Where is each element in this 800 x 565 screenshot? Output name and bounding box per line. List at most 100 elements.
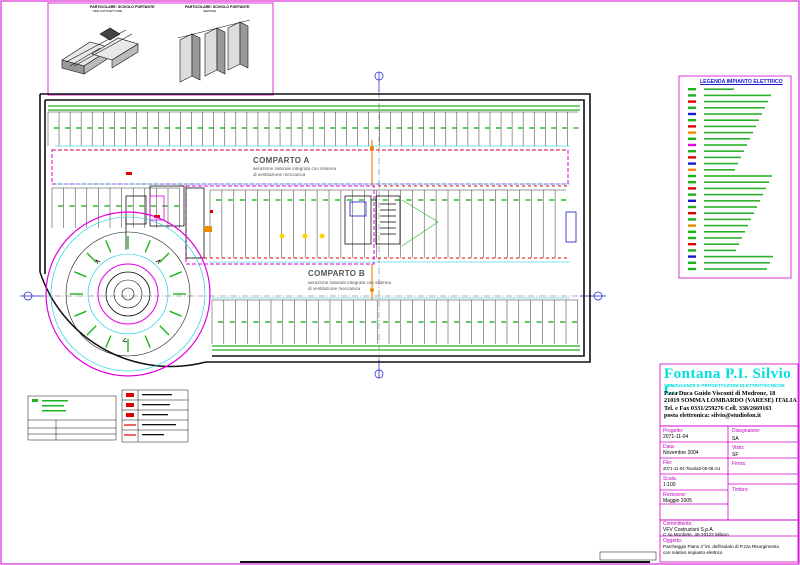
spiral-spoke — [74, 271, 87, 278]
parking-bays-middle-row-b — [209, 189, 566, 258]
spiral-spoke — [105, 335, 112, 348]
comparto-b-title: COMPARTO B — [308, 269, 365, 278]
legend-symbol — [688, 212, 696, 215]
legend-symbol — [688, 156, 696, 159]
legend-symbol — [688, 137, 696, 140]
legend-symbol — [688, 199, 696, 202]
legend-items — [688, 88, 773, 271]
core-triangle — [401, 199, 439, 247]
legend-text-line — [704, 262, 770, 264]
legend-text-line — [704, 181, 769, 183]
legend-symbol — [688, 267, 696, 271]
yellow-lamps — [279, 233, 325, 239]
legend-text-line — [704, 94, 771, 97]
progetto-value: 2071-11-04 — [663, 434, 689, 440]
legend-text-line — [704, 107, 765, 109]
legend-symbol — [688, 181, 696, 184]
detail-left-subtitle: PER AUTOVETTURE — [93, 9, 122, 13]
legend-symbol — [688, 94, 696, 97]
service-rooms — [125, 185, 205, 259]
file-value: 2071-11-04-Tavola3-05-08.rv1 — [663, 466, 721, 471]
legend-text-line — [704, 169, 735, 171]
legend-symbol — [688, 168, 696, 171]
oggetto-line-2: con relativo impianto elettrico — [663, 550, 723, 555]
legend-text-line — [704, 162, 738, 165]
spiral-spoke — [144, 240, 151, 253]
legend-text-line — [704, 119, 759, 121]
legend-title: LEGENDA IMPIANTO ELETTRICO — [700, 79, 783, 85]
orange-panel — [204, 226, 212, 232]
small-legend-left — [27, 395, 117, 441]
detail-right-title: PARTICOLARE: SCIVOLO PORTANTE — [185, 5, 250, 9]
ramp-detail-right — [177, 19, 251, 83]
revisione-value: Maggio 2005 — [663, 498, 692, 504]
legend-symbol — [688, 125, 696, 128]
parking-bays-middle-row-a — [51, 187, 180, 228]
comparto-b-desc-2: di ventilazione meccanica — [308, 286, 361, 291]
spiral-spoke — [86, 325, 97, 336]
legend-symbol — [688, 193, 696, 196]
scala-value: 1:100 — [663, 482, 676, 488]
legend-text-line — [704, 243, 739, 245]
light-fixtures — [54, 127, 579, 323]
spiral-spoke — [159, 325, 170, 336]
legend-symbol — [688, 131, 696, 134]
spiral-spoke — [169, 310, 182, 317]
ramp-detail-left — [61, 27, 139, 75]
cable-tray-top — [48, 105, 580, 111]
legend-text-line — [704, 88, 734, 90]
firm-phone: Tel. e Fax 0331/259276 Cell. 338/2669163 — [664, 405, 772, 412]
legend-text-line — [704, 100, 768, 103]
legend-text-line — [704, 200, 760, 202]
firm-address-2: 21019 SOMMA LOMBARDO (VARESE) ITALIA — [664, 397, 797, 404]
legend-text-line — [704, 255, 773, 258]
data-value: Novembre 2004 — [663, 450, 699, 456]
legend-symbol — [688, 243, 696, 246]
detail-right-subtitle: SEZIONE — [203, 9, 216, 13]
spiral-spoke — [144, 335, 151, 348]
timbro-label: Timbro: — [732, 487, 749, 493]
legend-text-line — [704, 193, 763, 196]
small-legend-center — [121, 389, 189, 443]
comparto-a-desc-1: aerazione naturale integrata con sistema — [253, 166, 336, 171]
disegnatore-label: Disegnatore: — [732, 428, 761, 434]
legend-text-line — [704, 206, 757, 208]
comparto-a-title: COMPARTO A — [253, 156, 310, 165]
core-rooms — [344, 195, 401, 245]
spiral-spoke — [105, 240, 112, 253]
legend-symbol — [688, 218, 696, 221]
legend-text-line — [704, 125, 756, 128]
legend-text-line — [704, 268, 767, 270]
legend-symbol — [688, 112, 696, 116]
floor-plan-drawing: PARTICOLARE: SCIVOLO PORTANTE PER AUTOVE… — [0, 0, 800, 565]
comparto-a-desc-2: di ventilazione meccanica — [253, 172, 306, 177]
legend-symbol — [688, 249, 696, 252]
legend-text-line — [704, 113, 762, 115]
spiral-spoke — [169, 271, 182, 278]
visto-value: SF — [732, 452, 739, 458]
parking-bays-top-row — [47, 111, 578, 146]
legend-symbol — [688, 174, 696, 178]
legend-symbol — [688, 230, 696, 233]
spiral-spoke — [159, 252, 170, 263]
legend-symbol — [688, 261, 696, 264]
legend-text-line — [704, 150, 744, 152]
firm-tagline: CONSULENZE E PROGETTAZIONI ELETTROTECNIC… — [664, 383, 785, 388]
legend-text-line — [704, 138, 750, 140]
firm-email: posta elettronica: silvio@studiofon.it — [664, 412, 761, 419]
spiral-spoke — [74, 310, 87, 317]
bottom-note-strip — [240, 551, 657, 563]
legend-text-line — [704, 231, 745, 233]
spiral-ramp-spokes — [70, 236, 186, 352]
visto-label: Visto: — [732, 445, 745, 451]
legend-text-line — [704, 175, 772, 177]
legend-symbol — [688, 162, 696, 165]
legend-text-line — [704, 237, 742, 239]
legend-symbol — [688, 143, 696, 147]
legend-text-line — [704, 131, 753, 134]
legend-text-line — [704, 218, 751, 221]
comparto-b-desc-1: aerazione naturale integrata con sistema — [308, 280, 391, 285]
legend-text-line — [704, 224, 748, 227]
electrical-cabinet — [565, 211, 577, 243]
legend-text-line — [704, 144, 747, 146]
